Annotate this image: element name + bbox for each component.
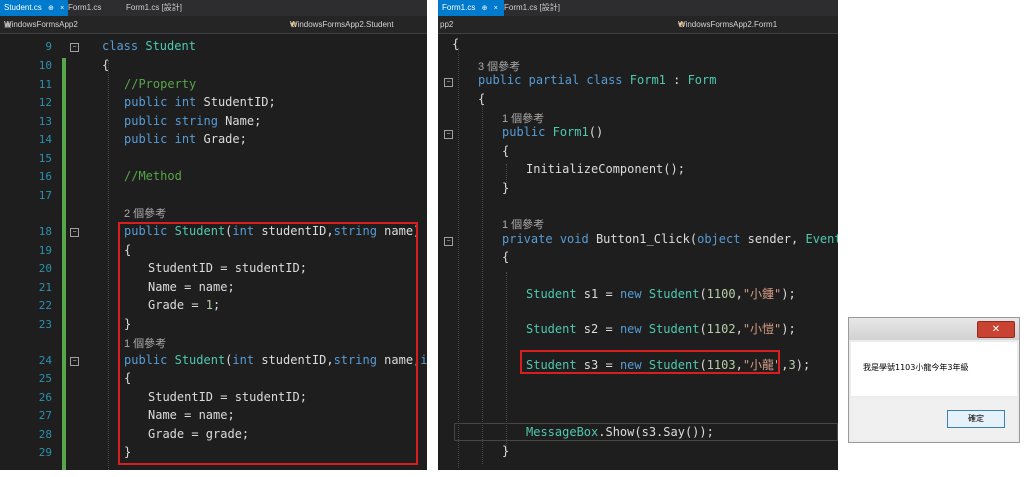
left-code-area[interactable]: 9 10 11 12 13 14 15 16 17 18 19 20 21 22… (0, 34, 427, 470)
tab-label: Form1.cs [設計] (126, 3, 183, 12)
reference-count[interactable]: 1 個參考 (502, 110, 544, 126)
right-code-area[interactable]: − − − { 3 個參考 public partial class Form1… (438, 34, 838, 470)
tab-form1-cs[interactable]: Form1.cs (64, 0, 105, 16)
line-number: 28 (38, 428, 52, 441)
line-number: 14 (38, 133, 52, 146)
dialog-footer: 確定 (851, 398, 1017, 440)
collapse-toggle-icon[interactable]: − (70, 43, 79, 52)
line-number: 9 (45, 40, 52, 53)
line-number: 27 (38, 409, 52, 422)
reference-count[interactable]: 2 個參考 (124, 205, 166, 221)
collapse-toggle-icon[interactable]: − (444, 237, 453, 246)
collapse-toggle-icon[interactable]: − (70, 357, 79, 366)
line-number: 26 (38, 391, 52, 404)
ok-button[interactable]: 確定 (947, 410, 1005, 428)
line-number: 18 (38, 225, 52, 238)
line-number: 17 (38, 189, 52, 202)
code-line: { (452, 37, 460, 51)
pin-icon[interactable]: ⊕ (482, 5, 488, 12)
close-icon: ✕ (991, 324, 1001, 335)
code-line: { (502, 144, 510, 158)
tab-label: Student.cs (4, 3, 42, 12)
left-tab-bar: Student.cs ⊕ × Form1.cs Form1.cs [設計] (0, 0, 427, 16)
right-tab-bar: Form1.cs ⊕ × Form1.cs [設計] (438, 0, 838, 16)
code-line: Student s2 = new Student(1102,"小愷"); (526, 322, 796, 336)
tab-student-cs[interactable]: Student.cs ⊕ × (0, 0, 68, 16)
project-name: pp2 (440, 20, 454, 29)
line-number: 23 (38, 318, 52, 331)
line-number: 10 (38, 59, 52, 72)
line-number: 21 (38, 281, 52, 294)
tab-form1-design[interactable]: Form1.cs [設計] (500, 0, 564, 16)
code-line: { (502, 250, 510, 264)
left-editor-panel: Student.cs ⊕ × Form1.cs Form1.cs [設計] ▣ … (0, 0, 427, 470)
indent-guide (108, 60, 109, 470)
tab-label: Form1.cs [設計] (504, 3, 561, 12)
line-number: 15 (38, 152, 52, 165)
code-line: public Form1() (502, 125, 604, 139)
line-number: 22 (38, 299, 52, 312)
code-line: } (502, 181, 510, 195)
close-button[interactable]: ✕ (977, 321, 1015, 338)
highlight-box-constructors (118, 222, 418, 465)
code-line: { (478, 92, 486, 106)
highlight-box-s3 (520, 350, 780, 374)
indent-guide (458, 48, 459, 468)
tab-label: Form1.cs (68, 3, 102, 12)
code-line: public partial class Form1 : Form (478, 73, 717, 87)
code-line: MessageBox.Show(s3.Say()); (526, 425, 714, 439)
code-line: public string Name; (124, 114, 262, 128)
line-number: 24 (38, 354, 52, 367)
line-number: 20 (38, 262, 52, 275)
line-number: 13 (38, 115, 52, 128)
left-navigation-bar: ▣ WindowsFormsApp2 ▾ ⚙ WindowsFormsApp2.… (0, 16, 427, 34)
collapse-toggle-icon[interactable]: − (70, 228, 79, 237)
line-number: 19 (38, 244, 52, 257)
right-editor-panel: Form1.cs ⊕ × Form1.cs [設計] pp2 ▾ ⚙ Windo… (438, 0, 838, 470)
code-line: class Student (102, 39, 196, 53)
code-line: public int StudentID; (124, 95, 276, 109)
line-number: 12 (38, 96, 52, 109)
reference-count[interactable]: 3 個參考 (478, 58, 520, 74)
project-name: WindowsFormsApp2 (4, 20, 78, 29)
code-line: private void Button1_Click(object sender… (502, 232, 838, 246)
code-comment: //Property (124, 77, 197, 91)
tab-label: Form1.cs (442, 3, 476, 12)
indent-guide (482, 104, 483, 464)
line-number: 25 (38, 372, 52, 385)
line-number: 29 (38, 446, 52, 459)
collapse-toggle-icon[interactable]: − (444, 130, 453, 139)
collapse-toggle-icon[interactable]: − (444, 78, 453, 87)
pin-icon[interactable]: ⊕ (48, 5, 54, 12)
code-line: Student s1 = new Student(1100,"小鍾"); (526, 287, 796, 301)
change-marker (62, 58, 66, 470)
tab-form1-cs[interactable]: Form1.cs ⊕ × (438, 0, 504, 16)
dialog-body: 我是學號1103小龍今年3年級 (851, 342, 1017, 396)
code-line: InitializeComponent(); (526, 162, 685, 176)
line-number: 11 (38, 78, 52, 91)
message-box-dialog: ✕ 我是學號1103小龍今年3年級 確定 (848, 317, 1020, 443)
reference-count[interactable]: 1 個參考 (502, 216, 544, 232)
class-name: WindowsFormsApp2.Student (290, 20, 394, 29)
line-number: 16 (38, 170, 52, 183)
dialog-title-bar[interactable]: ✕ (849, 318, 1019, 340)
tab-form1-design[interactable]: Form1.cs [設計] (122, 0, 186, 16)
code-line: public int Grade; (124, 132, 247, 146)
code-line: { (102, 58, 110, 72)
dialog-message: 我是學號1103小龍今年3年級 (863, 363, 969, 372)
right-navigation-bar: pp2 ▾ ⚙ WindowsFormsApp2.Form1 (438, 16, 838, 34)
code-comment: //Method (124, 169, 182, 183)
code-line: } (502, 444, 510, 458)
class-name: WindowsFormsApp2.Form1 (678, 20, 778, 29)
close-tab-icon[interactable]: × (494, 5, 498, 12)
